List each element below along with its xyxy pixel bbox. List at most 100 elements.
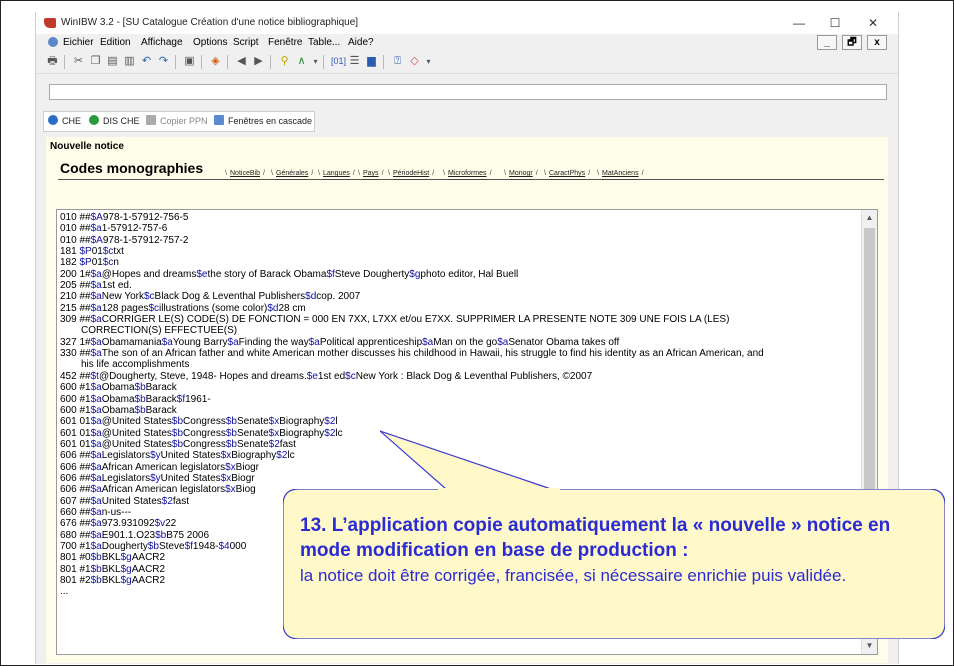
notice-line[interactable]: 210 ##$aNew York$cBlack Dog & Leventhal … <box>60 291 860 302</box>
callout-bold-text: 13. L’application copie automatiquement … <box>300 515 891 561</box>
copy-ppn-icon <box>146 115 156 125</box>
callout-pointer-mask <box>438 488 560 491</box>
forward-icon[interactable]: ▶ <box>252 55 265 68</box>
notice-line[interactable]: 010 ##$A978-1-57912-757-2 <box>60 235 860 246</box>
winibw-app-icon <box>44 18 56 28</box>
undo-icon[interactable]: ↶ <box>140 55 153 68</box>
copy-icon[interactable]: ❐ <box>89 55 102 68</box>
tab-caractphys[interactable]: CaractPhys <box>544 169 590 180</box>
title-bar: WinIBW 3.2 - [SU Catalogue Création d'un… <box>36 12 898 34</box>
list-icon[interactable]: ☰ <box>348 55 361 68</box>
command-input[interactable] <box>49 84 887 100</box>
che-icon <box>48 115 58 125</box>
copier-ppn-button[interactable]: Copier PPN <box>160 116 208 126</box>
menu-affichage[interactable]: Affichage <box>141 37 183 48</box>
tab-pays[interactable]: Pays <box>358 169 383 180</box>
codes-monographies-title: Codes monographies <box>60 160 204 176</box>
help-icon[interactable]: ⍰ <box>391 55 404 68</box>
tab-label: MatAnciens <box>602 170 639 177</box>
document-menu-icon[interactable] <box>48 37 58 47</box>
menu-aide[interactable]: Aide? <box>348 37 374 48</box>
menu-table[interactable]: Table... <box>308 37 340 48</box>
fenetres-cascade-button[interactable]: Fenêtres en cascade <box>228 116 312 126</box>
notice-line[interactable]: 205 ##$a1st ed. <box>60 280 860 291</box>
cut-icon[interactable]: ✂ <box>72 55 85 68</box>
save-icon[interactable]: ▣ <box>183 55 196 68</box>
tab-generales[interactable]: Générales <box>271 169 314 180</box>
window-title: WinIBW 3.2 - [SU Catalogue Création d'un… <box>61 17 359 28</box>
notice-line[interactable]: CORRECTION(S) EFFECTUEE(S) <box>60 325 860 336</box>
notice-line[interactable]: 309 ##$aCORRIGER LE(S) CODE(S) DE FONCTI… <box>60 314 860 325</box>
tab-label: NoticeBib <box>230 170 260 177</box>
print-icon[interactable]: 🖶 <box>46 55 59 68</box>
tab-matanciens[interactable]: MatAnciens <box>597 169 643 180</box>
mdi-restore-button[interactable]: 🗗 <box>842 35 862 50</box>
chevron-down-icon[interactable]: ▾ <box>309 55 322 68</box>
menu-bar: Eichier Edition Affichage Options Script… <box>36 34 898 51</box>
notice-line[interactable]: 010 ##$a1-57912-757-6 <box>60 223 860 234</box>
menu-fichier[interactable]: Eichier <box>63 37 94 48</box>
notice-line[interactable]: 181 $P01$ctxt <box>60 246 860 257</box>
toolbar-separator <box>270 55 271 69</box>
document-header: Nouvelle notice Codes monographies Notic… <box>46 137 888 197</box>
notice-line[interactable]: 601 01$a@United States$bCongress$bSenate… <box>60 416 860 427</box>
nouvelle-notice-label: Nouvelle notice <box>50 141 124 152</box>
tab-noticebib[interactable]: NoticeBib <box>225 169 265 180</box>
draw-icon[interactable]: ∧ <box>295 55 308 68</box>
tab-langues[interactable]: Langues <box>318 169 355 180</box>
toolbar-separator <box>175 55 176 69</box>
dis-che-button[interactable]: DIS CHE <box>103 116 140 126</box>
notice-line[interactable]: 600 #1$aObama$bBarack <box>60 405 860 416</box>
scroll-down-icon[interactable]: ▼ <box>864 640 875 651</box>
paste-icon[interactable]: ▤ <box>106 55 119 68</box>
scroll-up-icon[interactable]: ▲ <box>864 212 875 223</box>
notice-line[interactable]: 182 $P01$cn <box>60 257 860 268</box>
toolbar-separator <box>64 55 65 69</box>
erase-icon[interactable]: ◇ <box>408 55 421 68</box>
clipboard-icon[interactable]: ▥ <box>123 55 136 68</box>
tab-periodehist[interactable]: PériodeHist <box>388 169 434 180</box>
tab-microformes[interactable]: Microformes <box>443 169 491 180</box>
tab-label: Monogr <box>509 170 533 177</box>
callout-text: 13. L’application copie automatiquement … <box>300 513 940 588</box>
toolbar-separator <box>201 55 202 69</box>
refresh-icon[interactable]: ◈ <box>209 55 222 68</box>
menu-fenetre[interactable]: Fenêtre <box>268 37 302 48</box>
menu-script[interactable]: Script <box>233 37 259 48</box>
tab-label: Pays <box>363 170 379 177</box>
field-icon[interactable]: [01] <box>331 55 346 68</box>
tab-label: Langues <box>323 170 350 177</box>
image-icon[interactable]: ▆ <box>365 55 378 68</box>
notice-line[interactable]: 330 ##$aThe son of an African father and… <box>60 348 860 359</box>
close-button[interactable]: ✕ <box>855 14 891 32</box>
che-button[interactable]: CHE <box>62 116 81 126</box>
notice-line[interactable]: 200 1#$a@Hopes and dreams$ethe story of … <box>60 269 860 280</box>
cascade-icon <box>214 115 224 125</box>
notice-line[interactable]: 452 ##$t@Dougherty, Steve, 1948- Hopes a… <box>60 371 860 382</box>
mdi-close-button[interactable]: x <box>867 35 887 50</box>
notice-line[interactable]: his life accomplishments <box>60 359 860 370</box>
notice-line[interactable]: 600 #1$aObama$bBarack$f1961- <box>60 394 860 405</box>
menu-options[interactable]: Options <box>193 37 227 48</box>
callout-normal-text: la notice doit être corrigée, francisée,… <box>300 566 847 585</box>
callout-pointer <box>380 430 560 491</box>
redo-icon[interactable]: ↷ <box>157 55 170 68</box>
tab-label: Générales <box>276 170 309 177</box>
toolbar-separator <box>227 55 228 69</box>
tab-label: PériodeHist <box>393 170 430 177</box>
minimize-button[interactable]: — <box>781 14 817 32</box>
chevron-down-icon[interactable]: ▾ <box>422 55 435 68</box>
notice-line[interactable]: 010 ##$A978-1-57912-756-5 <box>60 212 860 223</box>
menu-edition[interactable]: Edition <box>100 37 131 48</box>
notice-line[interactable]: 600 #1$aObama$bBarack <box>60 382 860 393</box>
maximize-button[interactable]: ☐ <box>817 14 853 32</box>
back-icon[interactable]: ◀ <box>235 55 248 68</box>
tab-label: Microformes <box>448 170 487 177</box>
mdi-minimize-button[interactable]: _ <box>817 35 837 50</box>
tab-label: CaractPhys <box>549 170 586 177</box>
tab-monogr[interactable]: Monogr <box>504 169 537 180</box>
notice-line[interactable]: 215 ##$a128 pages$cillustrations (some c… <box>60 303 860 314</box>
notice-line[interactable]: 327 1#$aObamamania$aYoung Barry$aFinding… <box>60 337 860 348</box>
search-icon[interactable]: ⚲ <box>278 55 291 68</box>
link-bar-panel: CHE DIS CHE Copier PPN Fenêtres en casca… <box>43 111 315 132</box>
